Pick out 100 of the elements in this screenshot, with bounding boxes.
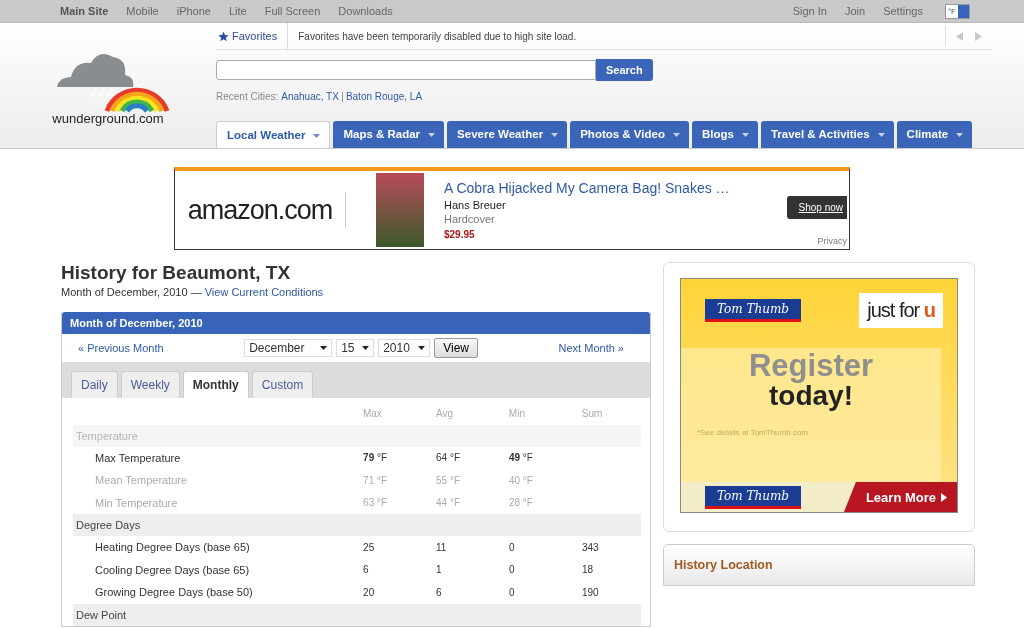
account-link[interactable]: Settings [883,5,923,17]
year-dropdown[interactable]: 2010 [378,339,431,357]
period-tab[interactable]: Custom [251,371,314,398]
ad-headline: Register [748,350,873,381]
favorites-notice: Favorites have been temporarily disabled due to high site load. [297,30,578,42]
privacy-link[interactable]: Privacy [817,236,847,246]
book-author: Hans Breuer [444,199,507,211]
row-label: Mean Temperature [94,474,189,487]
table-cell-text: 343 [581,541,600,553]
column-header: Sum [581,407,604,419]
caret-icon [428,132,436,137]
logo-text[interactable]: wunderground.com [52,111,164,126]
shop-now-button[interactable]: Shop now [786,196,847,219]
caret-icon [672,132,680,137]
table-cell-text: 0 [508,541,516,553]
account-link[interactable]: Sign In [792,5,827,17]
book-title-link[interactable]: A Cobra Hijacked My Camera Bag! Snakes … [444,180,787,196]
caret-icon [956,132,964,137]
nav-tab[interactable]: Severe Weather [447,121,568,148]
caret-icon [877,132,885,137]
column-header: Avg [435,407,454,419]
group-header-row: Degree Days [73,514,641,536]
table-cell-text: 11 [436,541,448,553]
star-icon [218,30,229,42]
caret-icon [320,346,328,350]
learn-more-button[interactable]: Learn More [843,482,957,512]
caret-icon [362,346,370,350]
nav-tab[interactable]: Photos & Video [570,121,689,148]
subtitle-text: Month of December, 2010 — [61,286,202,298]
current-conditions-link[interactable]: View Current Conditions [204,286,324,298]
table-cell-text: 1 [436,564,443,576]
top-nav-link[interactable]: Main Site [60,5,109,17]
top-nav-link[interactable]: Lite [228,5,247,17]
period-tab[interactable]: Daily [71,371,118,398]
table-cell-text: 79 °F [363,452,389,464]
table-cell-text: 18 [581,564,594,576]
nav-tab[interactable]: Travel & Activities [760,121,894,148]
top-nav-link[interactable]: Full Screen [264,5,321,17]
previous-month-link[interactable]: « Previous Month [78,342,164,354]
store-logo[interactable]: Tom Thumb [705,485,801,509]
row-label: Growing Degree Days (base 50) [94,586,254,599]
table-cell-text: 25 [363,541,376,553]
nav-tab[interactable]: Local Weather [216,121,331,148]
view-button[interactable]: View [434,338,478,358]
column-header: Min [508,407,526,419]
nav-tab[interactable]: Blogs [691,121,758,148]
unit-toggle[interactable]: °F [944,3,970,19]
recent-city-link[interactable]: Anahuac, TX [281,91,339,102]
table-cell-text: 44 °F [436,497,462,509]
table-cell-text: 28 °F [508,497,534,509]
next-month-link[interactable]: Next Month » [558,342,624,354]
caret-icon [418,346,426,350]
caret-icon [551,132,559,137]
play-arrow-icon [941,492,947,502]
table-cell-text: 6 [363,564,370,576]
row-label: Cooling Degree Days (base 65) [94,563,251,576]
nav-tab[interactable]: Maps & Radar [333,121,445,148]
table-cell-text: 20 [363,586,376,598]
panel-header: Month of December, 2010 [62,312,650,334]
period-tab[interactable]: Monthly [182,371,249,398]
period-tab[interactable]: Weekly [120,371,180,398]
group-header-row: Dew Point [73,603,641,626]
table-cell-text: 40 °F [508,474,534,486]
caret-icon [313,133,321,138]
book-format: Hardcover [444,213,496,225]
search-field[interactable] [216,60,596,80]
row-label: Max Temperature [94,451,182,464]
table-cell-text: 64 °F [436,452,462,464]
table-cell-text: 190 [581,586,600,598]
row-label: Heating Degree Days (base 65) [94,541,251,554]
previous-arrow-icon[interactable] [956,31,964,41]
top-nav-link[interactable]: iPhone [176,5,211,17]
table-cell-text: 0 [508,564,516,576]
top-nav-link[interactable]: Downloads [338,5,393,17]
next-arrow-icon[interactable] [974,31,982,41]
top-nav-link[interactable]: Mobile [126,5,159,17]
recent-cities-label: Recent Cities: [216,91,279,102]
table-cell-text: 49 °F [508,452,534,464]
search-button[interactable]: Search [596,59,653,81]
month-dropdown[interactable]: December [244,339,333,357]
table-cell-text: 63 °F [363,497,389,509]
panel-title: History Location [674,558,773,572]
brand-logo[interactable]: amazon.com [175,194,345,226]
row-label: Min Temperature [94,496,179,509]
day-dropdown[interactable]: 15 [336,339,375,357]
tagline-badge: just for u [859,293,943,328]
nav-tab[interactable]: Climate [896,121,973,148]
account-link[interactable]: Join [844,5,866,17]
group-header-row: Temperature [73,424,641,447]
book-price: $29.95 [444,229,476,240]
page-title: History for Beaumont, TX [61,262,292,284]
caret-icon [741,132,749,137]
column-header: Max [362,407,383,419]
recent-city-link[interactable]: Baton Rouge, LA [345,91,423,102]
table-cell-text: 71 °F [363,474,389,486]
table-cell-text: 55 °F [436,474,462,486]
favorites-link[interactable]: Favorites [216,23,289,49]
table-cell-text: 6 [436,586,443,598]
store-logo[interactable]: Tom Thumb [705,299,801,322]
table-cell-text: 0 [508,586,516,598]
